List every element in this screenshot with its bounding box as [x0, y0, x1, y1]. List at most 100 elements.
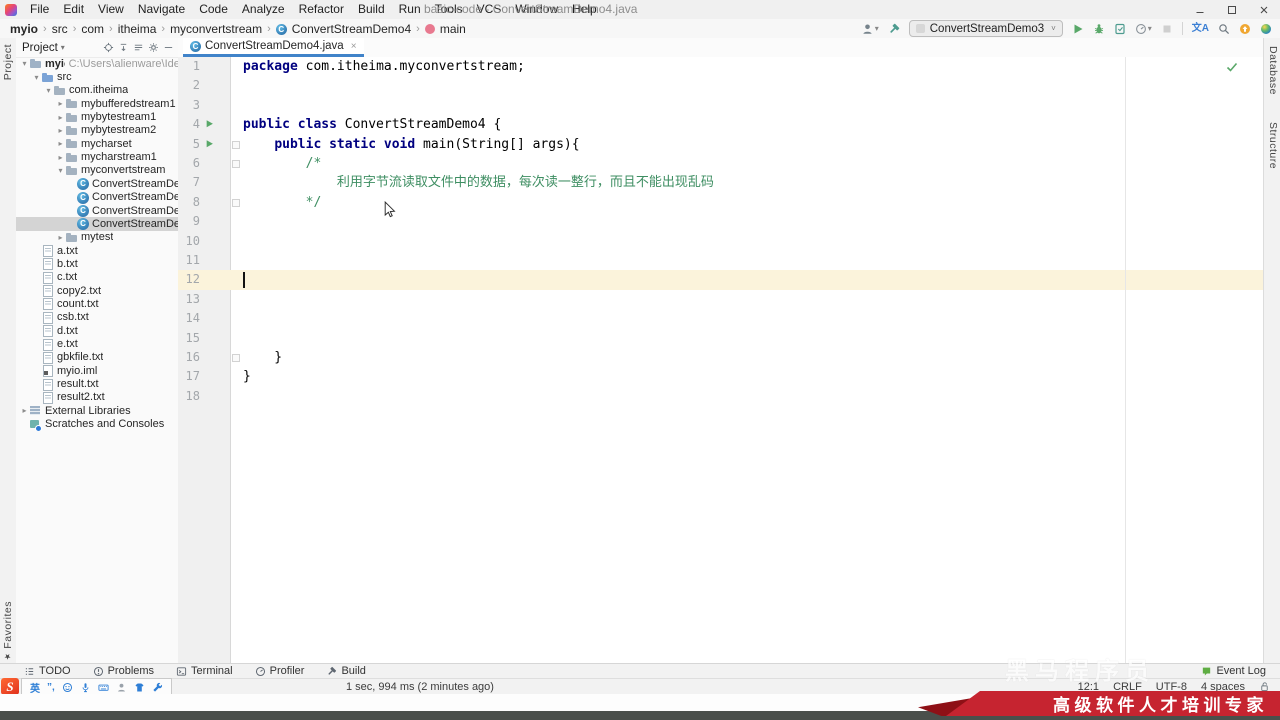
menu-build[interactable]: Build	[351, 0, 392, 19]
tree-chevron-icon[interactable]: ▾	[44, 84, 53, 97]
tool-button-build[interactable]: Build	[326, 665, 366, 677]
person-icon[interactable]	[116, 682, 127, 693]
tree-chevron-icon[interactable]: ▸	[56, 111, 65, 124]
keyboard-icon[interactable]	[98, 682, 109, 693]
code-line-16[interactable]: }	[231, 348, 1263, 367]
breadcrumb-myio[interactable]: myio	[8, 22, 40, 36]
tool-button-todo[interactable]: TODO	[24, 665, 71, 677]
code-line-18[interactable]	[231, 387, 1263, 406]
tool-button-project[interactable]: Project	[2, 44, 14, 80]
tree-chevron-icon[interactable]: ▾	[56, 164, 65, 177]
tool-button-structure[interactable]: Structure	[1267, 122, 1279, 169]
tool-button-favorites[interactable]: ★ Favorites	[2, 601, 14, 661]
punctuation-icon[interactable]: ”,	[47, 682, 55, 693]
tree-item-convertstreamdemo2[interactable]: CConvertStreamDemo2	[16, 191, 178, 204]
code-line-7[interactable]: 利用字节流读取文件中的数据，每次读一整行，而且不能出现乱码	[231, 173, 1263, 192]
tool-button-profiler[interactable]: Profiler	[255, 665, 304, 677]
tab-convertstreamdemo4[interactable]: C ConvertStreamDemo4.java ×	[183, 38, 364, 57]
translate-icon[interactable]: 文A	[1192, 21, 1209, 37]
tree-item-mybytestream2[interactable]: ▸ mybytestream2	[16, 124, 178, 137]
tree-chevron-icon[interactable]: ▸	[56, 151, 65, 164]
tool-button-database[interactable]: Database	[1267, 46, 1279, 95]
debug-icon[interactable]	[1093, 21, 1105, 37]
tree-item-d-txt[interactable]: d.txt	[16, 324, 178, 338]
menu-code[interactable]: Code	[192, 0, 235, 19]
breadcrumb-src[interactable]: src	[50, 22, 70, 36]
code-line-3[interactable]	[231, 96, 1263, 115]
emoji-icon[interactable]	[62, 682, 73, 693]
profiler-icon[interactable]: ▾	[1135, 21, 1152, 37]
gear-icon[interactable]	[148, 42, 159, 53]
tree-chevron-icon[interactable]: ▸	[56, 97, 65, 110]
breadcrumb-convertstreamdemo4[interactable]: ConvertStreamDemo4	[290, 22, 413, 36]
collapse-all-icon[interactable]	[118, 42, 129, 53]
coverage-icon[interactable]	[1114, 21, 1126, 37]
tree-item-mybytestream1[interactable]: ▸ mybytestream1	[16, 110, 178, 124]
tree-item-convertstreamdemo3[interactable]: CConvertStreamDemo3	[16, 204, 178, 218]
user-icon[interactable]: ▾	[862, 21, 879, 37]
tree-chevron-icon[interactable]: ▾	[20, 57, 29, 70]
chinese-english-icon[interactable]: 英	[30, 680, 40, 695]
menu-edit[interactable]: Edit	[56, 0, 91, 19]
tree-item-a-txt[interactable]: a.txt	[16, 244, 178, 258]
skin-icon[interactable]	[134, 682, 145, 693]
maximize-button[interactable]	[1216, 0, 1248, 19]
tree-item-count-txt[interactable]: count.txt	[16, 297, 178, 311]
tree-item-myio-iml[interactable]: myio.iml	[16, 364, 178, 378]
run-line-icon[interactable]	[205, 139, 215, 149]
project-view-selector[interactable]: Project	[22, 42, 58, 54]
menu-run[interactable]: Run	[392, 0, 428, 19]
tree-item-convertstreamdemo1[interactable]: CConvertStreamDemo1	[16, 177, 178, 191]
code-line-4[interactable]: public class ConvertStreamDemo4 {	[231, 115, 1263, 134]
tree-item-myio[interactable]: ▾ myioC:\Users\alienware\IdeaProjec	[16, 57, 178, 70]
tree-item-src[interactable]: ▾ src	[16, 70, 178, 84]
tool-button-event-log[interactable]: Event Log	[1201, 665, 1280, 677]
inspection-ok-icon[interactable]	[1226, 61, 1238, 73]
code-line-12[interactable]	[231, 270, 1263, 289]
code-line-5[interactable]: public static void main(String[] args){	[231, 135, 1263, 154]
locate-icon[interactable]	[103, 42, 114, 53]
tree-chevron-icon[interactable]: ▸	[20, 404, 29, 417]
tree-item-result2-txt[interactable]: result2.txt	[16, 391, 178, 404]
tree-chevron-icon[interactable]: ▸	[56, 124, 65, 137]
tree-item-mytest[interactable]: ▸ mytest	[16, 231, 178, 244]
tree-chevron-icon[interactable]: ▾	[32, 71, 41, 84]
breadcrumb-myconvertstream[interactable]: myconvertstream	[168, 22, 264, 36]
tree-item-myconvertstream[interactable]: ▾ myconvertstream	[16, 164, 178, 177]
tree-item-copy2-txt[interactable]: copy2.txt	[16, 284, 178, 298]
tree-chevron-icon[interactable]: ▸	[56, 137, 65, 150]
tree-item-scratches-and-consoles[interactable]: Scratches and Consoles	[16, 417, 178, 431]
minimize-button[interactable]	[1184, 0, 1216, 19]
menu-view[interactable]: View	[91, 0, 131, 19]
close-button[interactable]	[1248, 0, 1280, 19]
sogou-logo-icon[interactable]: S	[1, 678, 19, 695]
code-line-17[interactable]: }	[231, 367, 1263, 386]
tree-item-convertstreamdemo4[interactable]: CConvertStreamDemo4	[16, 217, 178, 231]
code-line-6[interactable]: /*	[231, 154, 1263, 173]
code-line-14[interactable]	[231, 309, 1263, 328]
menu-analyze[interactable]: Analyze	[235, 0, 292, 19]
tree-item-c-txt[interactable]: c.txt	[16, 271, 178, 284]
tree-item-mycharset[interactable]: ▸ mycharset	[16, 137, 178, 150]
tree-item-mycharstream1[interactable]: ▸ mycharstream1	[16, 150, 178, 164]
build-hammer-icon[interactable]	[888, 21, 900, 37]
update-icon[interactable]	[1239, 21, 1251, 37]
tree-item-e-txt[interactable]: e.txt	[16, 337, 178, 351]
run-configuration-select[interactable]: ConvertStreamDemo3 ˅	[908, 20, 1063, 37]
hide-icon[interactable]	[163, 42, 174, 53]
breadcrumb-itheima[interactable]: itheima	[116, 22, 159, 36]
code-line-13[interactable]	[231, 290, 1263, 309]
menu-navigate[interactable]: Navigate	[131, 0, 192, 19]
tree-item-gbkfile-txt[interactable]: gbkfile.txt	[16, 351, 178, 364]
code-line-10[interactable]	[231, 232, 1263, 251]
tree-item-com-itheima[interactable]: ▾ com.itheima	[16, 84, 178, 97]
close-tab-icon[interactable]: ×	[351, 41, 357, 52]
code-line-1[interactable]: package com.itheima.myconvertstream;	[231, 57, 1263, 76]
tool-button-problems[interactable]: Problems	[93, 665, 154, 677]
wrench-icon[interactable]	[152, 682, 163, 693]
menu-file[interactable]: File	[23, 0, 56, 19]
mic-icon[interactable]	[80, 682, 91, 693]
tree-item-mybufferedstream1[interactable]: ▸ mybufferedstream1	[16, 97, 178, 110]
ide-sphere-icon[interactable]	[1260, 21, 1272, 37]
code-line-15[interactable]	[231, 329, 1263, 348]
